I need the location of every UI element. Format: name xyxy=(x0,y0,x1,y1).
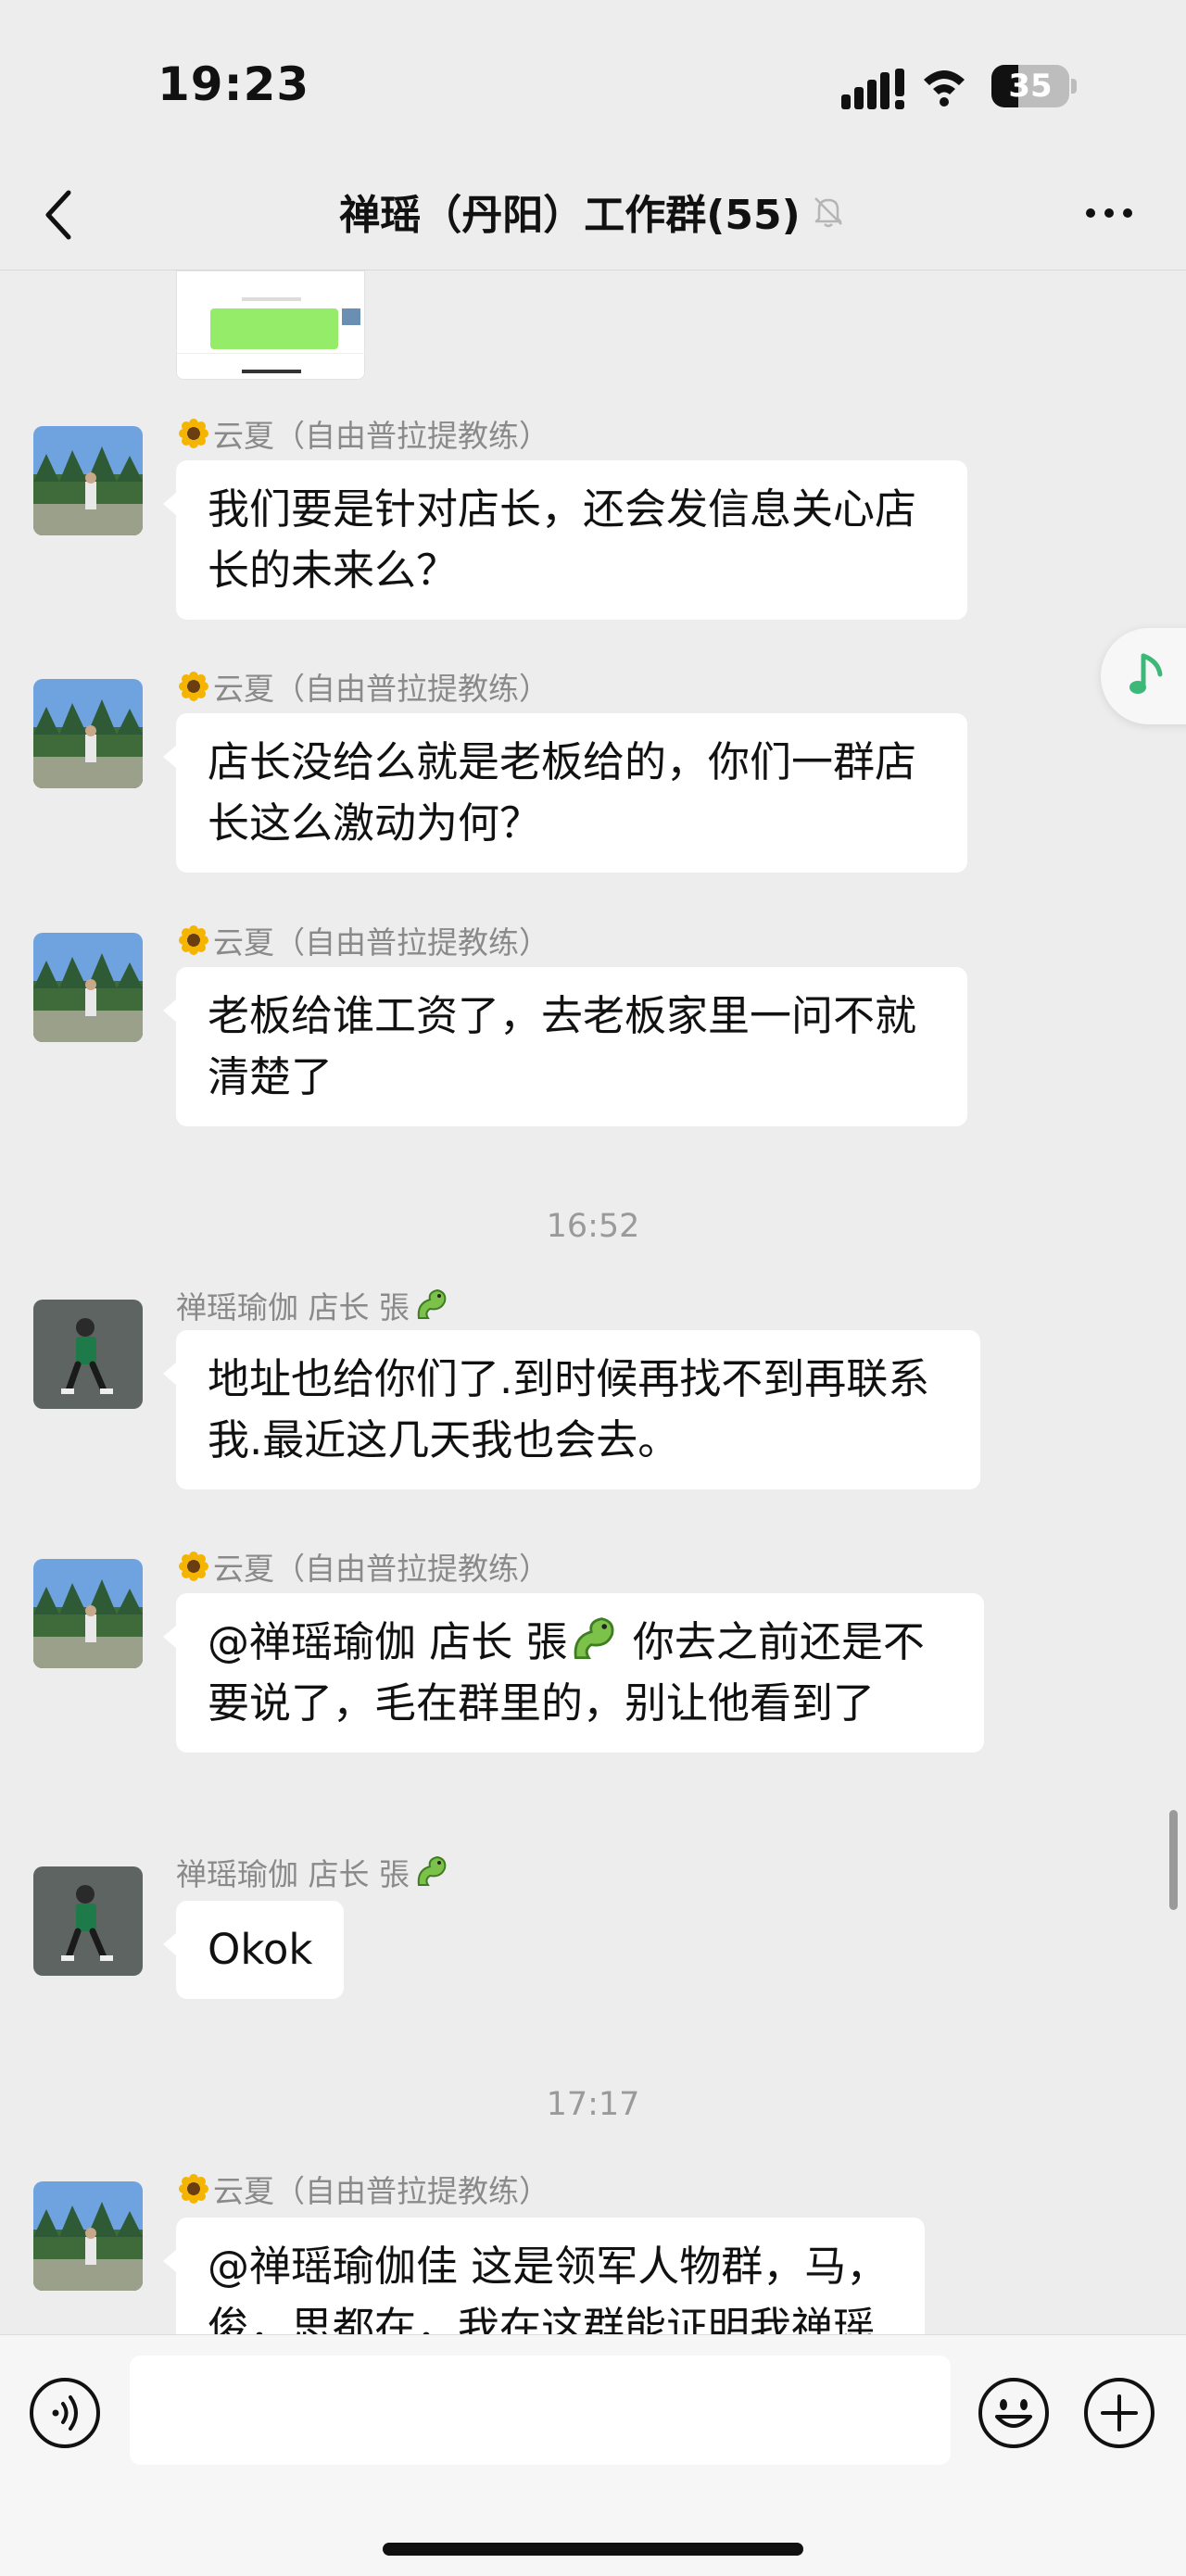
sender-name: 云夏（自由普拉提教练） xyxy=(213,1551,549,1587)
more-options-button[interactable] xyxy=(1077,185,1142,241)
home-indicator[interactable] xyxy=(383,2543,803,2556)
timestamp-separator: 17:17 xyxy=(546,2086,640,2123)
dragon-emoji-icon xyxy=(574,1617,614,1659)
dragon-emoji-icon xyxy=(417,1855,447,1886)
music-note-icon xyxy=(1129,653,1163,694)
message-bubble[interactable]: 店长没给么就是老板给的，你们一群店长这么激动为何？ xyxy=(163,713,967,873)
image-message-thumbnail[interactable] xyxy=(176,270,366,380)
avatar[interactable] xyxy=(33,426,143,535)
sunflower-icon xyxy=(179,419,208,448)
sender-name: 云夏（自由普拉提教练） xyxy=(213,418,549,454)
message-input[interactable] xyxy=(130,2356,951,2465)
avatar[interactable] xyxy=(33,1300,143,1409)
wifi-icon xyxy=(924,70,965,107)
message-bubble[interactable]: @禅瑶瑜伽佳 这是领军人物群，马，俊，思都在，我在这群能证明我禅瑶 xyxy=(163,2218,925,2334)
sunflower-icon xyxy=(179,925,208,955)
message-bubble[interactable]: 老板给谁工资了，去老板家里一问不就清楚了 xyxy=(163,967,967,1126)
sender-name: 禅瑶瑜伽 店长 張 xyxy=(176,1856,410,1892)
chat-messages-area[interactable]: 云夏（自由普拉提教练） 我们要是针对店长，还会发信息关心店长的未来么？ 云夏（自… xyxy=(0,270,1186,2334)
message-bubble[interactable]: 地址也给你们了.到时候再找不到再联系我.最近这几天我也会去。 xyxy=(163,1330,980,1489)
status-bar: 19:23 35 xyxy=(0,0,1186,157)
sunflower-icon xyxy=(179,1552,208,1581)
avatar[interactable] xyxy=(33,679,143,788)
sender-name: 禅瑶瑜伽 店长 張 xyxy=(176,1289,410,1326)
chat-title[interactable]: 禅瑶（丹阳）工作群(55) xyxy=(339,182,800,241)
avatar[interactable] xyxy=(33,2181,143,2291)
voice-input-button[interactable] xyxy=(28,2376,102,2450)
status-time: 19:23 xyxy=(158,57,310,111)
sunflower-icon xyxy=(179,2174,208,2204)
mute-bell-icon xyxy=(814,197,842,228)
message-bubble[interactable]: 我们要是针对店长，还会发信息关心店长的未来么？ xyxy=(163,460,967,620)
sunflower-icon xyxy=(179,672,208,701)
timestamp-separator: 16:52 xyxy=(546,1208,640,1245)
add-more-button[interactable] xyxy=(1082,2376,1156,2450)
input-bar xyxy=(0,2334,1186,2576)
message-bubble[interactable]: @禅瑶瑜伽 店长 張 你去之前还是不要说了，毛在群里的，别让他看到了 xyxy=(163,1593,984,1753)
cellular-signal-icon xyxy=(841,69,904,109)
scroll-indicator[interactable] xyxy=(1169,1810,1178,1910)
battery-icon: 35 xyxy=(991,65,1077,107)
message-bubble[interactable]: Okok xyxy=(162,1901,345,1999)
emoji-button[interactable] xyxy=(977,2376,1051,2450)
sender-name: 云夏（自由普拉提教练） xyxy=(213,671,549,707)
sender-name: 云夏（自由普拉提教练） xyxy=(213,924,549,961)
battery-level: 35 xyxy=(1008,68,1053,105)
dragon-emoji-icon xyxy=(417,1288,447,1319)
avatar[interactable] xyxy=(33,1559,143,1668)
sender-name: 云夏（自由普拉提教练） xyxy=(213,2173,549,2209)
nav-bar: 禅瑶（丹阳）工作群(55) xyxy=(0,157,1186,270)
avatar[interactable] xyxy=(33,1866,143,1976)
avatar[interactable] xyxy=(33,933,143,1042)
mention-text[interactable]: @禅瑶瑜伽 店长 張 xyxy=(208,1617,568,1666)
